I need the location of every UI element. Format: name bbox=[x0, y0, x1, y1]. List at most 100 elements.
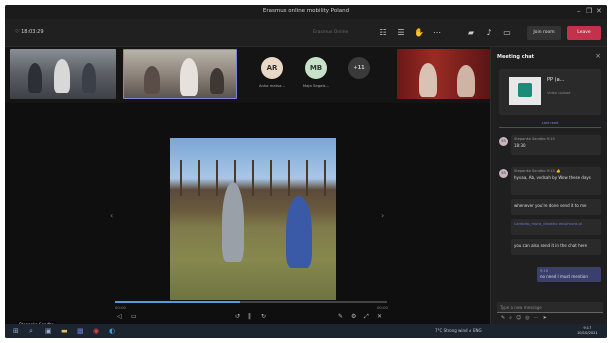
gif-icon[interactable]: ◎ bbox=[525, 315, 533, 321]
message-text: you can also send it in the chat here bbox=[514, 243, 588, 248]
video-tile-classroom-1[interactable] bbox=[10, 49, 116, 99]
rewind-icon[interactable]: ↺ bbox=[235, 313, 240, 320]
chat-message: Stepanka Sandbo 9:15 👍 hyvaa, Ab, vvdsah… bbox=[511, 167, 601, 195]
message-link[interactable]: Lambito_mura_dinatho edu/mura.pl bbox=[514, 221, 598, 226]
chat-message: whenever you're done send it to me bbox=[511, 199, 601, 215]
emoji-icon[interactable]: ☺ bbox=[516, 315, 525, 321]
raise-hand-icon[interactable]: ✋ bbox=[413, 27, 425, 39]
tree-trunk bbox=[324, 160, 326, 196]
share-screen-icon[interactable]: ▭ bbox=[501, 27, 513, 39]
like-reaction-icon[interactable]: 👍 bbox=[556, 169, 560, 173]
chat-close-icon[interactable]: × bbox=[595, 52, 601, 60]
file-attachment-card[interactable]: PP (a... Video upload bbox=[499, 69, 601, 115]
tree-trunk bbox=[216, 160, 218, 196]
file-icon bbox=[509, 77, 541, 105]
send-icon[interactable]: ➤ bbox=[543, 315, 551, 321]
message-text: whenever you're done send it to me bbox=[514, 203, 587, 208]
task-view-icon[interactable]: ▣ bbox=[45, 327, 52, 335]
leave-button[interactable]: Leave bbox=[567, 26, 601, 40]
play-pause-icon[interactable]: ‖ bbox=[248, 313, 251, 320]
person-figure bbox=[144, 66, 160, 94]
video-tile-classroom-2[interactable] bbox=[123, 49, 237, 99]
captions-icon[interactable]: ▭ bbox=[131, 313, 137, 320]
join-room-button[interactable]: Join room bbox=[527, 26, 561, 40]
participant-avatar-mb[interactable]: MB bbox=[305, 57, 327, 79]
meeting-toolbar: ♡ 18:03:29 Erasmus Online ☷ ☰ ✋ ⋯ ▰ ♪ ▭ … bbox=[5, 19, 607, 47]
time-total: 00:00 bbox=[377, 305, 388, 310]
compose-message-input[interactable]: Type a new message bbox=[497, 302, 603, 313]
chat-message: you can also send it in the chat here bbox=[511, 239, 601, 255]
person-figure bbox=[180, 58, 198, 96]
format-icon[interactable]: ✎ bbox=[501, 315, 509, 321]
message-author: Stepanka Sandbo bbox=[514, 137, 546, 141]
person-figure bbox=[28, 63, 42, 93]
participant-strip: AR Anka matsa... MB Maja Segals... +11 bbox=[5, 47, 490, 103]
people-icon[interactable]: ☷ bbox=[377, 27, 389, 39]
time-elapsed: 00:00 bbox=[115, 305, 126, 310]
message-header: Stepanka Sandbo 9:15 👍 bbox=[514, 169, 598, 173]
clock[interactable]: 9:17 10/10/2021 bbox=[577, 326, 598, 335]
search-icon[interactable]: ⌕ bbox=[29, 327, 33, 335]
more-compose-icon[interactable]: ⋯ bbox=[534, 315, 543, 321]
own-message-text: no need I must mention bbox=[540, 274, 588, 279]
message-text: hyvaa, Ab, vvdsah by Wow these days bbox=[514, 175, 591, 180]
message-time: 9:15 bbox=[546, 169, 555, 173]
start-icon[interactable]: ⊞ bbox=[13, 327, 19, 335]
tree-trunk bbox=[306, 160, 308, 196]
tree-trunk bbox=[198, 160, 200, 196]
chat-message: Stepanka Sandbo 9:15 18:30 bbox=[511, 135, 601, 155]
restore-icon[interactable]: ❐ bbox=[586, 7, 592, 15]
minimize-icon[interactable]: – bbox=[577, 7, 581, 15]
file-explorer-icon[interactable]: ▬ bbox=[61, 327, 68, 335]
clock-date: 10/10/2021 bbox=[577, 330, 598, 335]
more-participants-button[interactable]: +11 bbox=[348, 57, 370, 79]
next-arrow-icon[interactable]: › bbox=[381, 211, 384, 220]
window-title: Erasmus online mobility Poland bbox=[262, 8, 350, 14]
girl-figure bbox=[222, 182, 244, 262]
video-tile-self[interactable] bbox=[397, 49, 490, 99]
system-tray[interactable]: 7°C Strong wind ∧ ENG bbox=[435, 328, 482, 333]
teams-window: Erasmus online mobility Poland – ❐ ✕ ♡ 1… bbox=[5, 5, 607, 338]
file-name: PP (a... bbox=[547, 77, 565, 83]
camera-icon[interactable]: ▰ bbox=[465, 27, 477, 39]
edge-icon[interactable]: ◐ bbox=[109, 327, 115, 335]
person-figure bbox=[210, 68, 224, 94]
more-options-icon[interactable]: ⋯ bbox=[431, 27, 443, 39]
forward-icon[interactable]: ↻ bbox=[261, 313, 266, 320]
participant-name-ar: Anka matsa... bbox=[258, 83, 286, 88]
person-figure bbox=[54, 59, 70, 93]
meeting-timer: ♡ 18:03:29 bbox=[15, 29, 44, 35]
tree-trunk bbox=[252, 160, 254, 196]
windows-taskbar: ⊞ ⌕ ▣ ▬ ▩ ◉ ◐ 7°C Strong wind ∧ ENG 9:17… bbox=[5, 324, 607, 338]
meeting-timer-text: 18:03:29 bbox=[21, 29, 44, 35]
teams-icon[interactable]: ▩ bbox=[77, 327, 84, 335]
video-progress-track[interactable] bbox=[115, 301, 387, 303]
shared-video[interactable] bbox=[170, 138, 336, 300]
meeting-name: Erasmus Online bbox=[313, 30, 349, 35]
chat-title: Meeting chat bbox=[497, 54, 535, 60]
tree-trunk bbox=[270, 160, 272, 196]
fullscreen-icon[interactable]: ⤢ bbox=[364, 313, 369, 321]
shared-content-stage: ‹ › 00:00 00:00 ◁ ▭ ↺ ‖ ↻ ✎ ⚙ ⤢ ✕ Stepan bbox=[5, 103, 490, 338]
compose-toolbar: ✎⌕☺◎⋯➤ bbox=[501, 315, 551, 321]
settings-icon[interactable]: ⚙ bbox=[351, 313, 356, 320]
meeting-chat-panel: Meeting chat × PP (a... Video upload Las… bbox=[490, 47, 607, 324]
tree-trunk bbox=[288, 160, 290, 196]
stop-sharing-icon[interactable]: ✕ bbox=[377, 313, 382, 320]
browser-icon[interactable]: ◉ bbox=[93, 327, 99, 335]
boy-figure bbox=[286, 196, 312, 268]
microphone-icon[interactable]: ♪ bbox=[483, 27, 495, 39]
sender-avatar: SS bbox=[499, 169, 508, 178]
participant-avatar-ar[interactable]: AR bbox=[261, 57, 283, 79]
annotate-icon[interactable]: ✎ bbox=[338, 313, 343, 320]
chat-icon[interactable]: ☰ bbox=[395, 27, 407, 39]
attach-icon[interactable]: ⌕ bbox=[509, 315, 516, 321]
previous-arrow-icon[interactable]: ‹ bbox=[110, 211, 113, 220]
close-icon[interactable]: ✕ bbox=[596, 7, 602, 15]
person-figure bbox=[457, 65, 475, 97]
tree-trunk bbox=[180, 160, 182, 196]
message-header: Stepanka Sandbo 9:15 bbox=[514, 137, 598, 141]
volume-icon[interactable]: ◁ bbox=[117, 313, 122, 320]
person-figure bbox=[82, 63, 96, 93]
message-text: 18:30 bbox=[514, 143, 526, 148]
